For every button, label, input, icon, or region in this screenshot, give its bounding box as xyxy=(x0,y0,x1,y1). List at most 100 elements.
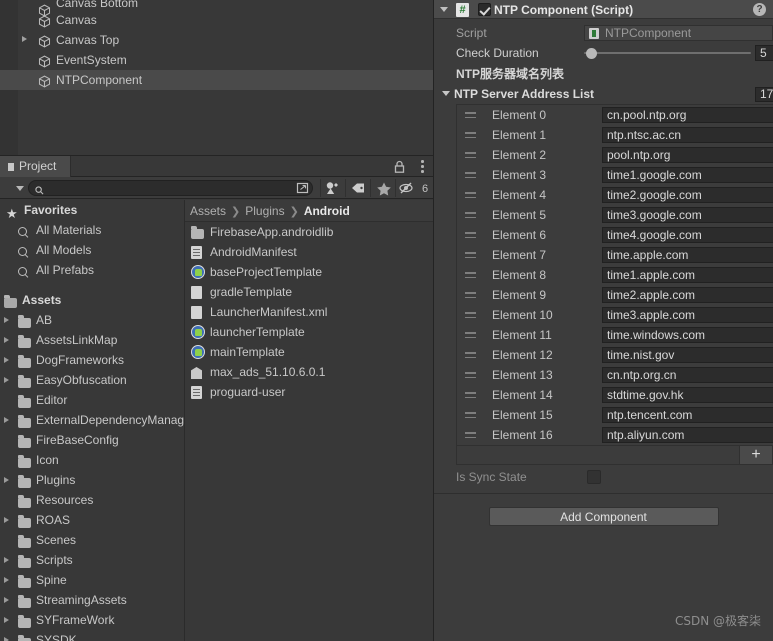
drag-handle-icon[interactable] xyxy=(465,432,476,438)
element-value-input[interactable] xyxy=(602,227,773,243)
tree-item-externaldependencymanag[interactable]: ExternalDependencyManag xyxy=(0,410,184,430)
component-header[interactable]: # NTP Component (Script) ? xyxy=(434,0,773,19)
tree-item-streamingassets[interactable]: StreamingAssets xyxy=(0,590,184,610)
hierarchy-item-ntpcomponent[interactable]: NTPComponent xyxy=(0,70,433,90)
address-list-row[interactable]: Element 6 xyxy=(457,225,773,245)
address-list-row[interactable]: Element 8 xyxy=(457,265,773,285)
hidden-assets-toggle[interactable]: 6 xyxy=(395,179,433,197)
drag-handle-icon[interactable] xyxy=(465,112,476,118)
element-value-input[interactable] xyxy=(602,387,773,403)
expand-arrow-icon[interactable] xyxy=(22,36,27,42)
hierarchy-item-canvas-bottom[interactable]: Canvas Bottom xyxy=(0,0,433,17)
tree-item-spine[interactable]: Spine xyxy=(0,570,184,590)
address-list-row[interactable]: Element 2 xyxy=(457,145,773,165)
address-list-row[interactable]: Element 7 xyxy=(457,245,773,265)
kebab-menu-icon[interactable] xyxy=(421,160,425,174)
expand-arrow-icon[interactable] xyxy=(4,617,9,623)
drag-handle-icon[interactable] xyxy=(465,272,476,278)
tree-item-favorites[interactable]: ★ Favorites xyxy=(0,200,184,220)
label-filter-icon[interactable] xyxy=(345,179,370,197)
address-list-row[interactable]: Element 5 xyxy=(457,205,773,225)
drag-handle-icon[interactable] xyxy=(465,232,476,238)
search-box[interactable] xyxy=(28,180,313,196)
element-value-input[interactable] xyxy=(602,147,773,163)
tree-item-dogframeworks[interactable]: DogFrameworks xyxy=(0,350,184,370)
element-value-input[interactable] xyxy=(602,427,773,443)
tree-item-all-prefabs[interactable]: All Prefabs xyxy=(0,260,184,280)
expand-arrow-icon[interactable] xyxy=(4,357,9,363)
address-list-row[interactable]: Element 10 xyxy=(457,305,773,325)
element-value-input[interactable] xyxy=(602,187,773,203)
tree-item-assetslinkmap[interactable]: AssetsLinkMap xyxy=(0,330,184,350)
breadcrumb-android[interactable]: Android xyxy=(304,204,350,218)
expand-arrow-icon[interactable] xyxy=(4,337,9,343)
address-list-count[interactable]: 17 xyxy=(755,87,773,102)
address-list-row[interactable]: Element 15 xyxy=(457,405,773,425)
element-value-input[interactable] xyxy=(602,407,773,423)
expand-arrow-icon[interactable] xyxy=(4,637,9,641)
drag-handle-icon[interactable] xyxy=(465,312,476,318)
tree-item-firebaseconfig[interactable]: FireBaseConfig xyxy=(0,430,184,450)
add-element-button[interactable]: + xyxy=(739,445,773,465)
search-input[interactable] xyxy=(47,181,292,195)
lock-icon[interactable] xyxy=(394,160,405,173)
drag-handle-icon[interactable] xyxy=(465,212,476,218)
asset-item[interactable]: mainTemplate xyxy=(185,342,433,362)
drag-handle-icon[interactable] xyxy=(465,392,476,398)
tree-item-assets[interactable]: Assets xyxy=(0,290,184,310)
address-list-row[interactable]: Element 0 xyxy=(457,105,773,125)
tree-item-sysdk[interactable]: SYSDK xyxy=(0,630,184,641)
create-menu-caret-icon[interactable] xyxy=(16,186,24,191)
element-value-input[interactable] xyxy=(602,327,773,343)
breadcrumb-assets[interactable]: Assets xyxy=(190,204,226,218)
drag-handle-icon[interactable] xyxy=(465,352,476,358)
tree-item-scenes[interactable]: Scenes xyxy=(0,530,184,550)
chevron-down-icon[interactable] xyxy=(442,91,450,96)
tree-item-roas[interactable]: ROAS xyxy=(0,510,184,530)
tree-item-all-models[interactable]: All Models xyxy=(0,240,184,260)
hierarchy-item-canvas[interactable]: Canvas xyxy=(0,10,433,30)
address-list-row[interactable]: Element 11 xyxy=(457,325,773,345)
expand-arrow-icon[interactable] xyxy=(4,477,9,483)
expand-arrow-icon[interactable] xyxy=(4,597,9,603)
hierarchy-item-eventsystem[interactable]: EventSystem xyxy=(0,50,433,70)
element-value-input[interactable] xyxy=(602,307,773,323)
check-duration-slider-handle[interactable] xyxy=(586,48,597,59)
address-list-row[interactable]: Element 13 xyxy=(457,365,773,385)
address-list-row[interactable]: Element 3 xyxy=(457,165,773,185)
drag-handle-icon[interactable] xyxy=(465,192,476,198)
tab-project[interactable]: Project xyxy=(0,156,72,177)
asset-item[interactable]: launcherTemplate xyxy=(185,322,433,342)
chevron-down-icon[interactable] xyxy=(440,7,448,12)
address-list-row[interactable]: Element 12 xyxy=(457,345,773,365)
tree-item-scripts[interactable]: Scripts xyxy=(0,550,184,570)
expand-arrow-icon[interactable] xyxy=(4,377,9,383)
drag-handle-icon[interactable] xyxy=(465,372,476,378)
advanced-search-icon[interactable] xyxy=(296,182,310,195)
asset-type-filter-icon[interactable] xyxy=(320,179,345,197)
asset-item[interactable]: baseProjectTemplate xyxy=(185,262,433,282)
element-value-input[interactable] xyxy=(602,267,773,283)
component-enabled-checkbox[interactable] xyxy=(478,3,491,16)
address-list-row[interactable]: Element 9 xyxy=(457,285,773,305)
drag-handle-icon[interactable] xyxy=(465,172,476,178)
address-list-row[interactable]: Element 14 xyxy=(457,385,773,405)
expand-arrow-icon[interactable] xyxy=(4,517,9,523)
script-object-field[interactable]: NTPComponent xyxy=(584,25,773,41)
tree-item-icon[interactable]: Icon xyxy=(0,450,184,470)
breadcrumb-plugins[interactable]: Plugins xyxy=(245,204,284,218)
expand-arrow-icon[interactable] xyxy=(4,417,9,423)
asset-item[interactable]: FirebaseApp.androidlib xyxy=(185,222,433,242)
element-value-input[interactable] xyxy=(602,167,773,183)
tree-item-resources[interactable]: Resources xyxy=(0,490,184,510)
address-list-row[interactable]: Element 4 xyxy=(457,185,773,205)
drag-handle-icon[interactable] xyxy=(465,132,476,138)
tree-item-syframework[interactable]: SYFrameWork xyxy=(0,610,184,630)
element-value-input[interactable] xyxy=(602,367,773,383)
element-value-input[interactable] xyxy=(602,107,773,123)
tree-item-plugins[interactable]: Plugins xyxy=(0,470,184,490)
hierarchy-item-canvas-top[interactable]: Canvas Top xyxy=(0,30,433,50)
asset-item[interactable]: AndroidManifest xyxy=(185,242,433,262)
check-duration-slider-track[interactable] xyxy=(584,52,751,54)
tree-item-all-materials[interactable]: All Materials xyxy=(0,220,184,240)
